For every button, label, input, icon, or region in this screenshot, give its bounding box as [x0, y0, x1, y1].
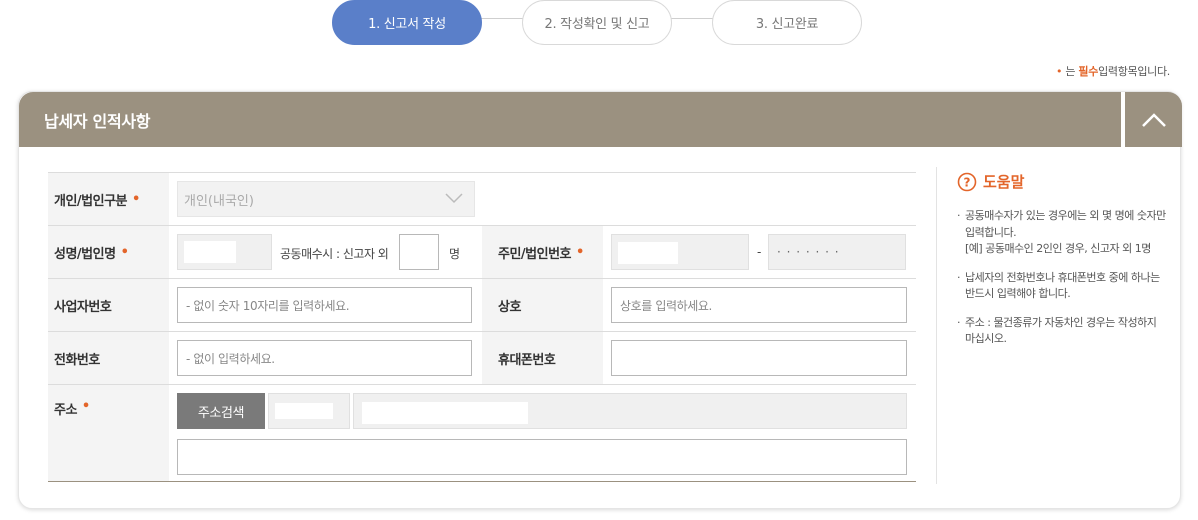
taxpayer-form: 개인/법인구분 • 개인(내국인) 성명/법인명 • 공동매수시: 신고자 외… [48, 172, 916, 482]
phone-placeholder: - 없이 입력하세요. [186, 351, 275, 366]
help-icon: ? [957, 172, 977, 191]
help-box: ? 도움말 공동매수자가 있는 경우에는 외 몇 명에 숫자만 입력합니다. [… [936, 167, 1166, 484]
help-item-text: 주소 : 물건종류가 자동차인 경우는 작성하지 마십시오. [965, 315, 1157, 346]
required-note-suffix: 입력항목입니다. [1098, 65, 1170, 78]
step-1: 1. 신고서 작성 [332, 0, 482, 45]
company-placeholder: 상호를 입력하세요. [620, 298, 712, 313]
required-mark: • [132, 191, 140, 207]
panel-title: 납세자 인적사항 [19, 92, 1121, 147]
zipcode-input[interactable] [268, 393, 350, 429]
help-item: 납세자의 전화번호나 휴대폰번호 중에 하나는 반드시 입력해야 합니다. [957, 270, 1166, 303]
required-note-emph: 필수 [1078, 65, 1099, 78]
help-title-text: 도움말 [983, 173, 1025, 191]
row-type: 개인/법인구분 • 개인(내국인) [48, 172, 916, 225]
step-connector [671, 18, 713, 19]
phone-cell: - 없이 입력하세요. [169, 332, 482, 384]
address-label: 주소 • [48, 385, 169, 481]
address-search-button[interactable]: 주소검색 [177, 393, 265, 429]
type-cell: 개인(내국인) [169, 173, 916, 225]
company-cell: 상호를 입력하세요. [603, 279, 916, 331]
address-base-input[interactable] [353, 393, 907, 429]
name-label-text: 성명/법인명 [54, 246, 116, 262]
help-item-text: 납세자의 전화번호나 휴대폰번호 중에 하나는 반드시 입력해야 합니다. [965, 270, 1160, 301]
mobile-cell [603, 332, 916, 384]
redacted-field [362, 402, 528, 424]
help-list: 공동매수자가 있는 경우에는 외 몇 명에 숫자만 입력합니다. [예] 공동매… [957, 208, 1166, 348]
progress-steps: 1. 신고서 작성 2. 작성확인 및 신고 3. 신고완료 [0, 0, 1198, 46]
redacted-field [275, 403, 333, 419]
redacted-field [184, 241, 236, 263]
biz-number-input[interactable]: - 없이 숫자 10자리를 입력하세요. [177, 287, 472, 323]
type-label-text: 개인/법인구분 [54, 193, 128, 209]
chevron-down-icon [445, 193, 463, 204]
chevron-up-icon [1141, 112, 1166, 127]
row-name: 성명/법인명 • 공동매수시 : 신고자 외 명 주민/법인번호 • - · ·… [48, 225, 916, 278]
row-phone: 전화번호 - 없이 입력하세요. 휴대폰번호 [48, 331, 916, 384]
required-mark: • [576, 244, 584, 260]
company-label-text: 상호 [498, 299, 521, 315]
co-owner-unit: 명 [449, 247, 460, 261]
id-dash: - [757, 245, 761, 259]
help-item-text: 공동매수자가 있는 경우에는 외 몇 명에 숫자만 입력합니다. [965, 209, 1166, 239]
id-cell: - · · · · · · · [603, 226, 916, 278]
row-business: 사업자번호 - 없이 숫자 10자리를 입력하세요. 상호 상호를 입력하세요. [48, 278, 916, 331]
help-item: 공동매수자가 있는 경우에는 외 몇 명에 숫자만 입력합니다. [예] 공동매… [957, 208, 1166, 258]
id-label: 주민/법인번호 • [482, 226, 603, 278]
help-item-sub: [예] 공동매수인 2인인 경우, 신고자 외 1명 [965, 242, 1151, 255]
mobile-label-text: 휴대폰번호 [498, 352, 556, 368]
phone-label: 전화번호 [48, 332, 169, 384]
name-cell: 공동매수시 : 신고자 외 명 [169, 226, 482, 278]
help-title: ? 도움말 [957, 171, 1166, 192]
required-note: • 는 필수입력항목입니다. [1056, 63, 1170, 79]
step-3: 3. 신고완료 [712, 0, 862, 45]
biz-cell: - 없이 숫자 10자리를 입력하세요. [169, 279, 482, 331]
id-masked-value: · · · · · · · [777, 245, 840, 259]
biz-label-text: 사업자번호 [54, 299, 112, 315]
company-label: 상호 [482, 279, 603, 331]
name-input[interactable] [177, 234, 272, 270]
step-connector [481, 18, 523, 19]
redacted-field [618, 242, 678, 264]
taxpayer-panel: 납세자 인적사항 개인/법인구분 • 개인(내국인) 성명/법인명 • 공동매수… [18, 91, 1182, 509]
co-owner-text: 공동매수시 : 신고자 외 [280, 247, 389, 261]
address-detail-input[interactable] [177, 439, 907, 475]
co-owner-count-input[interactable] [399, 234, 439, 270]
phone-label-text: 전화번호 [54, 352, 100, 368]
help-item: 주소 : 물건종류가 자동차인 경우는 작성하지 마십시오. [957, 315, 1166, 348]
step-2: 2. 작성확인 및 신고 [522, 0, 672, 45]
name-label: 성명/법인명 • [48, 226, 169, 278]
row-address: 주소 • 주소검색 [48, 384, 916, 482]
required-dot: • [1055, 65, 1063, 78]
id-back-input[interactable]: · · · · · · · [768, 234, 906, 270]
mobile-input[interactable] [611, 340, 907, 376]
address-label-text: 주소 [54, 403, 77, 418]
required-note-prefix: 는 [1065, 65, 1076, 78]
company-input[interactable]: 상호를 입력하세요. [611, 287, 907, 323]
biz-label: 사업자번호 [48, 279, 169, 331]
id-label-text: 주민/법인번호 [498, 246, 572, 262]
biz-placeholder: - 없이 숫자 10자리를 입력하세요. [186, 298, 350, 313]
type-label: 개인/법인구분 • [48, 173, 169, 225]
address-cell: 주소검색 [169, 385, 916, 481]
collapse-button[interactable] [1125, 92, 1182, 147]
required-mark: • [81, 399, 90, 414]
type-select-value: 개인(내국인) [184, 193, 254, 209]
phone-input[interactable]: - 없이 입력하세요. [177, 340, 472, 376]
svg-text:?: ? [964, 175, 971, 189]
required-mark: • [120, 244, 129, 260]
mobile-label: 휴대폰번호 [482, 332, 603, 384]
type-select[interactable]: 개인(내국인) [177, 181, 475, 217]
id-front-input[interactable] [611, 234, 749, 270]
